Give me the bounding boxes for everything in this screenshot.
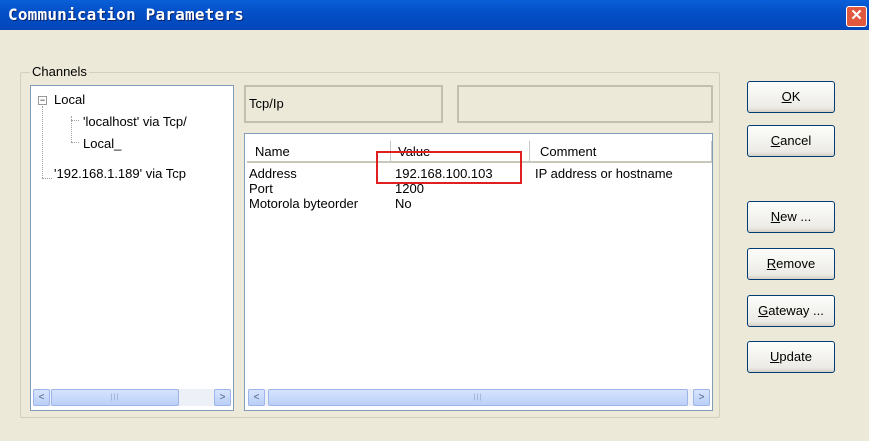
ok-button[interactable]: OK <box>747 81 835 113</box>
close-icon: ✕ <box>850 7 863 24</box>
title-bar[interactable]: Communication Parameters ✕ <box>0 0 869 30</box>
driver-name-field: Tcp/Ip <box>244 85 443 123</box>
tree-item-192-168-1-189[interactable]: '192.168.1.189' via Tcp <box>54 166 186 181</box>
scroll-left-icon[interactable]: < <box>248 389 265 406</box>
column-header-name[interactable]: Name <box>247 141 391 163</box>
cancel-accel: C <box>770 133 781 148</box>
row-port-name[interactable]: Port <box>249 181 273 196</box>
gateway-button[interactable]: Gateway ... <box>747 295 835 327</box>
gateway-accel: G <box>758 303 769 318</box>
tree-connector <box>71 142 79 143</box>
tree-item-local-underscore[interactable]: Local_ <box>83 136 121 151</box>
cancel-label: ancel <box>780 133 812 148</box>
update-button[interactable]: Update <box>747 341 835 373</box>
scroll-right-icon[interactable]: > <box>214 389 231 406</box>
ok-label: K <box>791 89 801 104</box>
remove-button[interactable]: Remove <box>747 248 835 280</box>
channels-group-label: Channels <box>30 64 89 79</box>
gateway-label: ateway ... <box>768 303 824 318</box>
tree-horizontal-scrollbar[interactable]: < ||| > <box>33 389 231 406</box>
update-accel: U <box>770 349 780 364</box>
driver-info-field <box>457 85 713 123</box>
ok-accel: O <box>781 89 792 104</box>
column-header-comment[interactable]: Comment <box>530 141 712 163</box>
tree-item-localhost[interactable]: 'localhost' via Tcp/ <box>83 114 187 129</box>
new-label: ew ... <box>780 209 812 224</box>
row-address-name[interactable]: Address <box>249 166 297 181</box>
scroll-left-icon[interactable]: < <box>33 389 50 406</box>
driver-name: Tcp/Ip <box>249 96 284 111</box>
cancel-button[interactable]: Cancel <box>747 125 835 157</box>
tree-item-local[interactable]: Local <box>54 92 85 107</box>
scroll-right-icon[interactable]: > <box>693 389 710 406</box>
row-byteorder-name[interactable]: Motorola byteorder <box>249 196 358 211</box>
scroll-thumb[interactable]: ||| <box>51 389 179 406</box>
remove-label: emove <box>776 256 816 271</box>
tree-connector <box>42 106 43 178</box>
row-byteorder-value[interactable]: No <box>395 196 412 211</box>
row-address-comment: IP address or hostname <box>535 166 673 181</box>
window-title: Communication Parameters <box>8 5 244 24</box>
update-label: pdate <box>779 349 812 364</box>
new-accel: N <box>770 209 781 224</box>
close-button[interactable]: ✕ <box>846 6 867 27</box>
tree-connector <box>42 178 52 179</box>
new-button[interactable]: New ... <box>747 201 835 233</box>
channels-tree[interactable]: − Local 'localhost' via Tcp/ Local_ '192… <box>30 85 234 411</box>
tree-connector <box>71 120 79 121</box>
scroll-thumb[interactable]: ||| <box>268 389 688 406</box>
remove-accel: R <box>766 256 777 271</box>
table-horizontal-scrollbar[interactable]: < ||| > <box>248 389 710 406</box>
highlight-annotation <box>376 151 522 184</box>
collapse-icon[interactable]: − <box>38 96 47 105</box>
